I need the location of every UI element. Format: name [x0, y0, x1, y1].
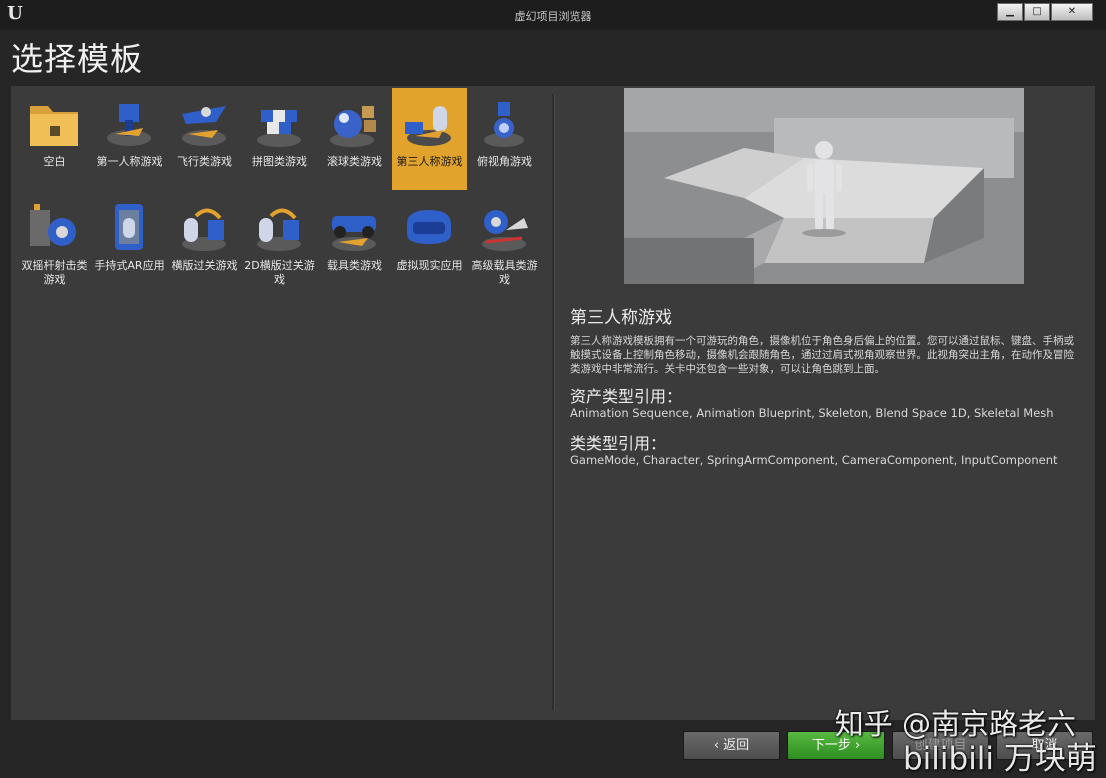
puzzle-icon — [257, 110, 301, 147]
template-preview-image — [624, 88, 1024, 284]
top-down-icon — [484, 102, 524, 147]
template-tile-third-person[interactable]: 第三人称游戏 — [392, 88, 467, 190]
minimize-button[interactable]: ▁ — [997, 3, 1023, 21]
asset-refs-heading: 资产类型引用： — [570, 387, 683, 406]
template-tile-first-person[interactable]: 第一人称游戏 — [92, 88, 167, 190]
close-button[interactable]: ✕ — [1051, 3, 1093, 21]
class-refs-list: GameMode, Character, SpringArmComponent,… — [570, 453, 1058, 467]
maximize-button[interactable]: □ — [1024, 3, 1050, 21]
handheld-ar-icon — [115, 204, 143, 250]
class-refs-heading: 类类型引用： — [570, 434, 667, 453]
window-title: 虚幻项目浏览器 — [514, 10, 592, 23]
window-controls: ▁ □ ✕ — [996, 3, 1093, 21]
template-label: 拼图类游戏 — [252, 155, 307, 168]
panel-divider — [552, 94, 555, 710]
template-tile-side-scroller-2d[interactable]: 2D横版过关游戏 — [242, 192, 317, 294]
vr-headset-icon — [407, 210, 451, 244]
template-label: 2D横版过关游戏 — [244, 259, 315, 286]
template-label: 高级载具类游戏 — [471, 259, 538, 286]
template-label: 双摇杆射击类游戏 — [21, 259, 88, 286]
bilibili-watermark: bilibili 万块萌 — [903, 741, 1097, 777]
back-button[interactable]: ‹ 返回 — [683, 731, 780, 760]
template-browser-panel: 空白 第一人称游戏 飞行类游戏 拼图类游戏 滚球类游戏 第三人称游戏 俯视角游戏… — [11, 86, 1095, 720]
template-grid: 空白 第一人称游戏 飞行类游戏 拼图类游戏 滚球类游戏 第三人称游戏 俯视角游戏… — [17, 88, 547, 308]
template-label: 第一人称游戏 — [96, 155, 163, 168]
template-tile-puzzle[interactable]: 拼图类游戏 — [242, 88, 317, 190]
third-person-icon — [405, 106, 451, 146]
back-arrow-icon: ‹ — [713, 738, 720, 753]
asset-refs-list: Animation Sequence, Animation Blueprint,… — [570, 406, 1054, 420]
template-label: 虚拟现实应用 — [396, 259, 463, 272]
template-tile-side-scroller[interactable]: 横版过关游戏 — [167, 192, 242, 294]
flying-icon — [182, 106, 226, 146]
template-tile-twin-stick[interactable]: 双摇杆射击类游戏 — [17, 192, 92, 294]
template-label: 横版过关游戏 — [171, 259, 238, 272]
side-scroller-icon — [182, 208, 226, 251]
template-tile-rolling[interactable]: 滚球类游戏 — [317, 88, 392, 190]
template-name: 第三人称游戏 — [570, 308, 672, 328]
back-button-label: 返回 — [723, 738, 750, 753]
template-label: 空白 — [43, 155, 66, 168]
template-tile-vehicle[interactable]: 载具类游戏 — [317, 192, 392, 294]
twin-stick-icon — [30, 204, 76, 246]
template-tile-vr[interactable]: 虚拟现实应用 — [392, 192, 467, 294]
template-label: 飞行类游戏 — [177, 155, 232, 168]
template-label: 滚球类游戏 — [327, 155, 382, 168]
template-label: 俯视角游戏 — [477, 155, 532, 168]
page-title: 选择模板 — [11, 40, 144, 78]
folder-icon — [30, 106, 78, 146]
title-bar: U 虚幻项目浏览器 ▁ □ ✕ — [0, 0, 1106, 30]
template-tile-blank[interactable]: 空白 — [17, 88, 92, 190]
template-label: 手持式AR应用 — [94, 259, 165, 272]
rolling-ball-icon — [330, 106, 376, 147]
template-tile-flying[interactable]: 飞行类游戏 — [167, 88, 242, 190]
template-tile-advanced-vehicle[interactable]: 高级载具类游戏 — [467, 192, 542, 294]
first-person-icon — [107, 104, 151, 146]
vehicle-icon — [332, 216, 376, 251]
template-description: 第三人称游戏模板拥有一个可游玩的角色，摄像机位于角色身后偏上的位置。您可以通过鼠… — [570, 335, 1074, 375]
template-label: 载具类游戏 — [327, 259, 382, 272]
advanced-vehicle-icon — [482, 210, 528, 251]
template-tile-top-down[interactable]: 俯视角游戏 — [467, 88, 542, 190]
side-scroller-2d-icon — [257, 208, 301, 251]
template-label: 第三人称游戏 — [396, 155, 463, 168]
template-tile-handheld-ar[interactable]: 手持式AR应用 — [92, 192, 167, 294]
